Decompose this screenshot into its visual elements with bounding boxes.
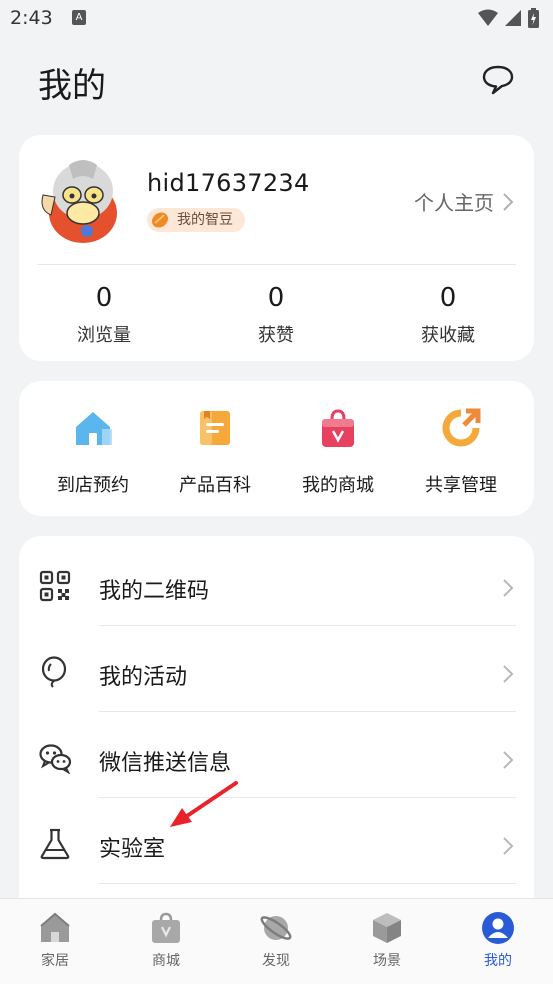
document-icon (200, 411, 230, 445)
user-icon (482, 912, 514, 944)
shortcut-card: 到店预约 产品百科 我的商城 共享管理 (19, 381, 534, 516)
page-title: 我的 (38, 66, 106, 106)
stat-value: 0 (439, 283, 457, 313)
message-button[interactable] (481, 64, 515, 96)
balloon-icon (41, 656, 67, 688)
username: hid17637234 (147, 169, 310, 197)
chevron-right-icon (503, 837, 514, 855)
status-time: 2:43 (10, 7, 53, 29)
tab-label: 商城 (152, 953, 180, 969)
stat-label: 获赞 (258, 325, 294, 346)
tab-label: 发现 (262, 953, 290, 969)
homepage-label: 个人主页 (414, 191, 494, 215)
share-icon (442, 408, 481, 447)
wechat-icon (39, 744, 72, 774)
qrcode-icon (39, 570, 71, 602)
status-bar: 2:43 A (0, 0, 553, 40)
menu-label: 我的活动 (99, 665, 188, 690)
shortcut-product-wiki[interactable]: 产品百科 (153, 407, 277, 497)
shortcut-my-mall[interactable]: 我的商城 (276, 407, 400, 497)
tab-mine[interactable]: 我的 (443, 911, 553, 970)
stat-value: 0 (267, 283, 285, 313)
tab-home[interactable]: 家居 (0, 911, 110, 970)
chat-bubble-icon (482, 65, 514, 95)
bag-icon (152, 912, 180, 943)
menu-label: 实验室 (99, 837, 166, 862)
signal-icon (505, 10, 521, 26)
shortcut-label: 共享管理 (425, 475, 497, 496)
menu-card: 我的二维码 我的活动 微信推送信息 实验室 (19, 536, 534, 936)
badge-label: 我的智豆 (177, 212, 233, 228)
stat-favorites[interactable]: 0 获收藏 (388, 283, 508, 347)
shopping-bag-icon (322, 409, 354, 447)
planet-icon (260, 916, 292, 940)
tab-label: 家居 (41, 953, 69, 969)
shortcut-store-booking[interactable]: 到店预约 (31, 407, 155, 497)
menu-label: 我的二维码 (99, 579, 210, 604)
a-icon: A (72, 10, 86, 25)
shortcut-label: 产品百科 (179, 475, 251, 496)
menu-label: 微信推送信息 (99, 751, 232, 776)
menu-item-qrcode[interactable]: 我的二维码 (19, 540, 534, 626)
wifi-icon (478, 9, 498, 26)
menu-item-lab[interactable]: 实验室 (19, 798, 534, 884)
chevron-right-icon (503, 579, 514, 597)
shortcut-label: 我的商城 (302, 475, 374, 496)
chevron-right-icon (503, 751, 514, 769)
bottom-tab-bar: 家居 商城 发现 场景 我的 (0, 898, 553, 984)
chevron-right-icon (503, 192, 514, 211)
homepage-link[interactable]: 个人主页 (414, 187, 514, 216)
profile-card: hid17637234 我的智豆 个人主页 0 浏览量 0 获赞 0 获收藏 (19, 135, 534, 361)
tab-discover[interactable]: 发现 (221, 911, 331, 970)
home-icon (40, 912, 70, 942)
zhidou-badge[interactable]: 我的智豆 (147, 208, 245, 232)
stat-label: 浏览量 (77, 325, 131, 346)
store-house-icon (76, 412, 112, 445)
stat-likes[interactable]: 0 获赞 (216, 283, 336, 347)
bean-icon (151, 212, 169, 228)
cartoon-avatar-icon (39, 155, 127, 243)
cube-icon (373, 913, 401, 943)
tab-label: 场景 (373, 953, 401, 969)
battery-icon (528, 8, 539, 28)
profile-divider (37, 264, 516, 265)
menu-divider (99, 883, 516, 884)
flask-icon (40, 828, 70, 860)
stat-views[interactable]: 0 浏览量 (44, 283, 164, 347)
status-icons (478, 8, 539, 28)
stat-label: 获收藏 (421, 325, 475, 346)
menu-item-activities[interactable]: 我的活动 (19, 626, 534, 712)
tab-scene[interactable]: 场景 (332, 911, 442, 970)
tab-label: 我的 (484, 953, 512, 969)
shortcut-label: 到店预约 (57, 475, 129, 496)
chevron-right-icon (503, 665, 514, 683)
tab-mall[interactable]: 商城 (111, 911, 221, 970)
stat-value: 0 (95, 283, 113, 313)
shortcut-share-manage[interactable]: 共享管理 (399, 407, 523, 497)
menu-item-wechat-push[interactable]: 微信推送信息 (19, 712, 534, 798)
avatar[interactable] (39, 155, 127, 243)
